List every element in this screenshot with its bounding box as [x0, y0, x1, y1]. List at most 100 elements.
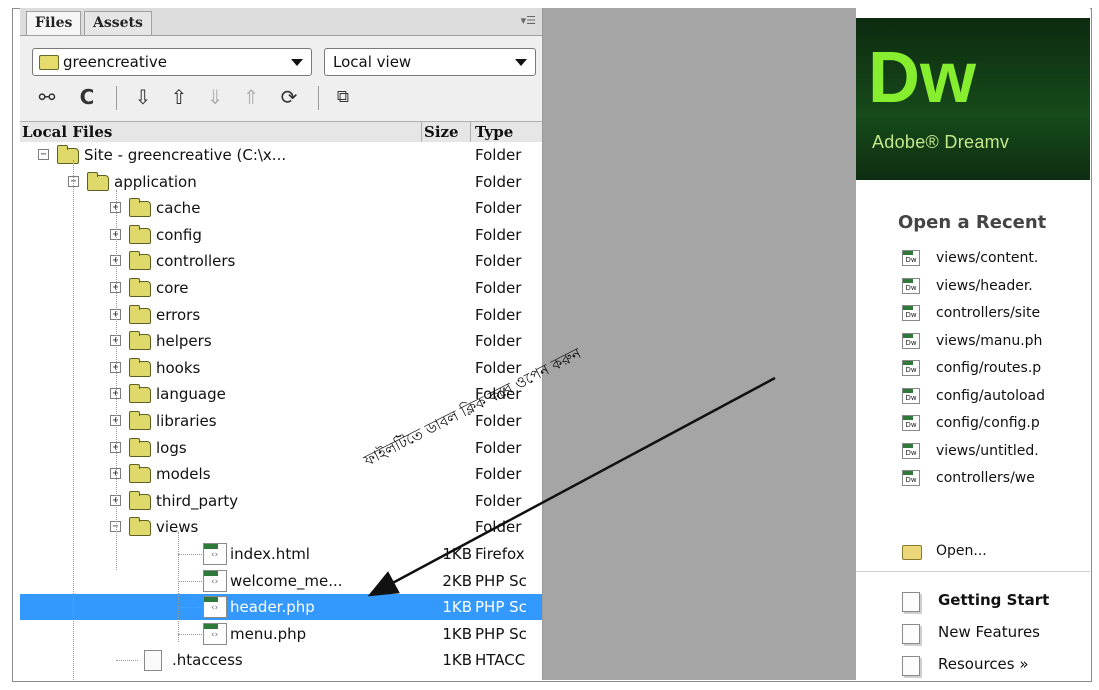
document-area — [543, 8, 856, 680]
recent-file-link[interactable]: Dw controllers/we — [902, 465, 1090, 491]
file-type: Folder — [475, 518, 522, 536]
folder-icon — [129, 491, 151, 510]
file-name: cache — [156, 199, 201, 217]
file-name: core — [156, 279, 189, 297]
file-name: language — [156, 385, 226, 403]
expand-icon[interactable]: ⧉ — [330, 84, 356, 110]
file-name: Site - greencreative (C:\x... — [84, 146, 287, 164]
column-local-files[interactable]: Local Files — [22, 122, 112, 142]
site-select[interactable]: greencreative — [32, 48, 312, 76]
tab-files[interactable]: Files — [26, 11, 82, 35]
folder-row[interactable]: + cache Folder — [20, 195, 542, 221]
open-label: Open... — [936, 543, 987, 559]
file-size: 1KB — [442, 625, 472, 643]
file-name: errors — [156, 306, 201, 324]
get-files-icon[interactable]: ⇩ — [130, 84, 156, 110]
folder-icon — [129, 331, 151, 350]
recent-file-link[interactable]: Dw controllers/site — [902, 300, 1090, 326]
recent-file-link[interactable]: Dw views/manu.ph — [902, 328, 1090, 354]
file-row[interactable]: index.html 1KBFirefox — [20, 541, 542, 567]
file-type: Folder — [475, 465, 522, 483]
folder-row[interactable]: + errors Folder — [20, 302, 542, 328]
file-size: 1KB — [442, 651, 472, 669]
recent-file-link[interactable]: Dw views/untitled. — [902, 438, 1090, 464]
file-size: 1KB — [442, 545, 472, 563]
welcome-screen: Dw Adobe® Dreamv Open a Recent Dw views/c… — [856, 8, 1090, 680]
file-type: Firefox — [475, 545, 525, 563]
file-row[interactable]: welcome_me... 2KBPHP Sc — [20, 568, 542, 594]
files-toolbar: ⚯ C ⇩ ⇧ ⇓ ⇑ ⟳ ⧉ — [20, 80, 542, 112]
synchronize-icon[interactable]: ⟳ — [276, 84, 302, 110]
folder-row[interactable]: + models Folder — [20, 461, 542, 487]
column-divider[interactable] — [470, 122, 471, 142]
getting-started-label: Getting Start — [938, 591, 1050, 609]
file-type: Folder — [475, 279, 522, 297]
folder-icon — [129, 438, 151, 457]
folder-icon — [129, 358, 151, 377]
file-type: Folder — [475, 199, 522, 217]
dw-file-icon: Dw — [902, 360, 920, 376]
code-file-icon — [203, 543, 227, 565]
chevron-down-icon — [515, 59, 527, 66]
recent-file-link[interactable]: Dw config/routes.p — [902, 355, 1090, 381]
open-link[interactable]: Open... — [902, 538, 1090, 564]
file-row-selected[interactable]: header.php 1KBPHP Sc — [20, 594, 542, 620]
code-file-icon — [203, 623, 227, 645]
dw-file-icon: Dw — [902, 442, 920, 459]
folder-row[interactable]: + core Folder — [20, 275, 542, 301]
file-type: PHP Sc — [475, 625, 527, 643]
recent-file-link[interactable]: Dw config/config.p — [902, 410, 1090, 436]
resources-link[interactable]: Resources » — [902, 650, 1090, 678]
panel-menu-icon[interactable]: ▾☰ — [521, 14, 536, 27]
tree-connector — [178, 581, 202, 582]
folder-row[interactable]: + logs Folder — [20, 435, 542, 461]
folder-icon — [129, 384, 151, 403]
folder-row[interactable]: + config Folder — [20, 222, 542, 248]
recent-file-name: controllers/we — [936, 470, 1035, 486]
folder-icon — [129, 225, 151, 244]
put-files-icon[interactable]: ⇧ — [166, 84, 192, 110]
column-divider[interactable] — [421, 122, 422, 142]
recent-heading: Open a Recent — [898, 212, 1047, 233]
file-name: welcome_me... — [230, 572, 343, 590]
new-features-link[interactable]: New Features — [902, 618, 1090, 646]
collapse-icon[interactable]: − — [38, 149, 49, 160]
column-size[interactable]: Size — [424, 122, 459, 142]
column-type[interactable]: Type — [475, 122, 513, 142]
file-name: models — [156, 465, 211, 483]
check-in-icon[interactable]: ⇑ — [238, 84, 264, 110]
dw-file-icon: Dw — [902, 332, 920, 349]
files-panel: Files Assets ▾☰ greencreative Local view… — [20, 8, 543, 680]
recent-file-link[interactable]: Dw views/header. — [902, 273, 1090, 299]
getting-started-link[interactable]: Getting Start — [902, 586, 1090, 614]
dw-file-icon: Dw — [902, 250, 920, 266]
file-row[interactable]: menu.php 1KBPHP Sc — [20, 621, 542, 647]
connect-icon[interactable]: ⚯ — [34, 84, 60, 110]
folder-row[interactable]: + hooks Folder — [20, 355, 542, 381]
recent-file-name: controllers/site — [936, 305, 1041, 321]
file-row[interactable]: .htaccess 1KB HTACC — [20, 647, 542, 673]
tree-connector — [178, 554, 202, 555]
folder-row[interactable]: + third_party Folder — [20, 488, 542, 514]
view-select[interactable]: Local view — [324, 48, 536, 76]
folder-row[interactable]: − Site - greencreative (C:\x... Folder — [20, 142, 542, 168]
file-type: Folder — [475, 332, 522, 350]
recent-file-name: views/content. — [936, 250, 1039, 266]
dreamweaver-logo: Dw — [868, 38, 976, 118]
tab-assets[interactable]: Assets — [84, 11, 152, 35]
file-name: hooks — [156, 359, 201, 377]
dw-file-icon: Dw — [902, 387, 920, 404]
dw-file-icon: Dw — [902, 305, 920, 321]
check-out-icon[interactable]: ⇓ — [202, 84, 228, 110]
folder-row[interactable]: − application Folder — [20, 169, 542, 195]
folder-row[interactable]: + controllers Folder — [20, 248, 542, 274]
product-name: Adobe® Dreamv — [872, 132, 1010, 152]
file-name: header.php — [230, 598, 315, 616]
recent-file-link[interactable]: Dw views/content. — [902, 245, 1090, 271]
folder-row[interactable]: − views Folder — [20, 514, 542, 540]
recent-file-link[interactable]: Dw config/autoload — [902, 383, 1090, 409]
view-select-value: Local view — [333, 53, 412, 71]
folder-row[interactable]: + helpers Folder — [20, 328, 542, 354]
refresh-icon[interactable]: C — [74, 84, 100, 110]
folder-open-icon — [902, 545, 922, 560]
